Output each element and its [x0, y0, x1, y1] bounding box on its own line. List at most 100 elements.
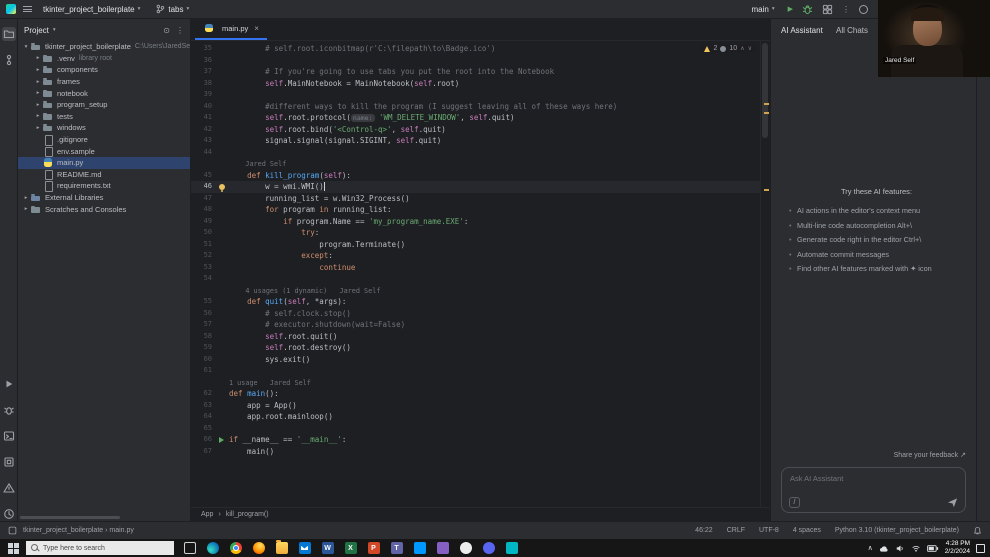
problems-tool-icon[interactable] — [2, 481, 16, 495]
commit-tool-icon[interactable] — [2, 53, 16, 67]
line-number[interactable]: 46 — [191, 181, 215, 193]
editor[interactable]: 35 # self.root.iconbitmap(r'C:\filepath\… — [191, 41, 770, 507]
volume-icon[interactable] — [896, 544, 905, 553]
run-tool-icon[interactable] — [2, 377, 16, 391]
tree-item-venv[interactable]: ▸ .venv library root — [18, 53, 190, 65]
code-line-40[interactable]: 40 #different ways to kill the program (… — [191, 101, 760, 113]
line-number[interactable]: 60 — [191, 354, 215, 366]
code-line-48[interactable]: 48 for program in running_list: — [191, 204, 760, 216]
code-line-45[interactable]: 45 def kill_program(self): — [191, 170, 760, 182]
all-chats-button[interactable]: All Chats — [836, 26, 868, 35]
code-line-37[interactable]: 37 # If you're going to use tabs you put… — [191, 66, 760, 78]
main-menu-icon[interactable] — [23, 6, 32, 12]
next-problem-icon[interactable]: ∨ — [748, 45, 752, 52]
taskbar-chrome-icon[interactable] — [224, 539, 247, 557]
code-line-47[interactable]: 47 running_list = w.Win32_Process() — [191, 193, 760, 205]
commands-icon[interactable]: / — [789, 497, 800, 508]
line-number[interactable]: 51 — [191, 239, 215, 251]
code-line-36[interactable]: 36 — [191, 55, 760, 67]
wifi-icon[interactable] — [911, 544, 921, 553]
chevron-icon[interactable]: ▸ — [34, 67, 42, 73]
debug-button[interactable] — [802, 4, 813, 15]
line-number[interactable]: 53 — [191, 262, 215, 274]
more-tools-icon[interactable] — [822, 4, 833, 15]
tree-item-windows[interactable]: ▸ windows — [18, 122, 190, 134]
code-line-58[interactable]: 58 self.root.quit() — [191, 331, 760, 343]
debug-tool-icon[interactable] — [2, 403, 16, 417]
project-tool-icon[interactable] — [1, 27, 16, 41]
line-number[interactable]: 62 — [191, 388, 215, 400]
line-number[interactable]: 47 — [191, 193, 215, 205]
line-number[interactable]: 39 — [191, 89, 215, 101]
inspections-widget[interactable]: 2 10 ∧ ∨ — [700, 44, 756, 53]
breadcrumb-class[interactable]: App — [201, 511, 213, 518]
onedrive-cloud-icon[interactable] — [879, 544, 890, 553]
line-number[interactable]: 59 — [191, 342, 215, 354]
tree-item-scratches-and-consoles[interactable]: ▸ Scratches and Consoles — [18, 203, 190, 215]
code-line-39[interactable]: 39 — [191, 89, 760, 101]
tree-item-main-py[interactable]: main.py — [18, 156, 190, 169]
taskbar-mail-icon[interactable] — [293, 539, 316, 557]
warning-mark[interactable] — [763, 103, 769, 105]
user-avatar[interactable] — [859, 4, 868, 14]
panel-options-icon[interactable]: ⋮ — [176, 26, 184, 35]
line-number[interactable]: 56 — [191, 308, 215, 320]
bulb-icon[interactable] — [215, 181, 229, 193]
taskbar-github-icon[interactable] — [454, 539, 477, 557]
code-line-62[interactable]: 62 def main(): — [191, 388, 760, 400]
taskbar-edge-icon[interactable] — [201, 539, 224, 557]
chevron-icon[interactable]: ▸ — [34, 55, 42, 61]
line-number[interactable]: 66 — [191, 434, 215, 446]
tree-item-frames[interactable]: ▸ frames — [18, 76, 190, 88]
code-line-54[interactable]: 54 — [191, 273, 760, 285]
code-line-44[interactable]: 44 — [191, 147, 760, 159]
select-opened-file-icon[interactable]: ⊙ — [163, 26, 170, 35]
action-center-icon[interactable] — [976, 543, 985, 553]
tree-item-tests[interactable]: ▸ tests — [18, 111, 190, 123]
warning-mark[interactable] — [763, 112, 769, 114]
code-line-55[interactable]: 55 def quit(self, *args): — [191, 296, 760, 308]
code-line-35[interactable]: 35 # self.root.iconbitmap(r'C:\filepath\… — [191, 43, 760, 55]
run-button[interactable]: ▶ — [788, 5, 793, 13]
taskbar-discord-icon[interactable] — [477, 539, 500, 557]
chevron-icon[interactable]: ▸ — [34, 102, 42, 108]
code-area[interactable]: 35 # self.root.iconbitmap(r'C:\filepath\… — [191, 41, 760, 507]
line-number[interactable]: 52 — [191, 250, 215, 262]
code-line-59[interactable]: 59 self.root.destroy() — [191, 342, 760, 354]
project-panel-title[interactable]: Project — [24, 26, 49, 35]
line-number[interactable]: 55 — [191, 296, 215, 308]
close-tab-icon[interactable]: × — [254, 24, 259, 33]
ai-chat-input[interactable]: Ask AI Assistant / — [781, 467, 966, 513]
code-line-50[interactable]: 50 try: — [191, 227, 760, 239]
services-tool-icon[interactable] — [2, 455, 16, 469]
line-number[interactable]: 45 — [191, 170, 215, 182]
taskbar-search[interactable]: Type here to search — [26, 541, 174, 555]
code-line-66[interactable]: 66 if __name__ == '__main__': — [191, 434, 760, 446]
code-line-52[interactable]: 52 except: — [191, 250, 760, 262]
version-control-tool-icon[interactable] — [2, 507, 16, 521]
send-icon[interactable] — [947, 497, 958, 508]
taskbar-clock[interactable]: 4:28 PM 2/2/2024 — [945, 540, 970, 556]
line-number[interactable]: 48 — [191, 204, 215, 216]
code-line-57[interactable]: 57 # executor.shutdown(wait=False) — [191, 319, 760, 331]
tree-item-program-setup[interactable]: ▸ program_setup — [18, 99, 190, 111]
tree-item-external-libraries[interactable]: ▸ External Libraries — [18, 192, 190, 204]
code-line-56[interactable]: 56 # self.clock.stop() — [191, 308, 760, 320]
feedback-link[interactable]: Share your feedback ↗ — [781, 451, 966, 459]
line-number[interactable]: 64 — [191, 411, 215, 423]
run-icon[interactable] — [215, 434, 229, 446]
tree-item-env-sample[interactable]: env.sample — [18, 145, 190, 158]
python-interpreter[interactable]: Python 3.10 (tkinter_project_boilerplate… — [835, 527, 959, 534]
status-file-path[interactable]: tkinter_project_boilerplate › main.py — [23, 527, 134, 534]
code-annotation-row[interactable]: Jared Self — [191, 158, 760, 170]
code-line-41[interactable]: 41 self.root.protocol(name: 'WM_DELETE_W… — [191, 112, 760, 124]
indent-style[interactable]: 4 spaces — [793, 527, 821, 534]
file-encoding[interactable]: UTF-8 — [759, 527, 779, 534]
line-number[interactable]: 65 — [191, 423, 215, 435]
tray-expand-icon[interactable]: ∧ — [868, 544, 873, 552]
start-button[interactable] — [8, 542, 19, 554]
tree-item-readme-md[interactable]: README.md — [18, 169, 190, 181]
git-branch-widget[interactable]: tabs ▾ — [151, 3, 193, 15]
chevron-icon[interactable]: ▸ — [34, 125, 42, 131]
line-number[interactable]: 43 — [191, 135, 215, 147]
